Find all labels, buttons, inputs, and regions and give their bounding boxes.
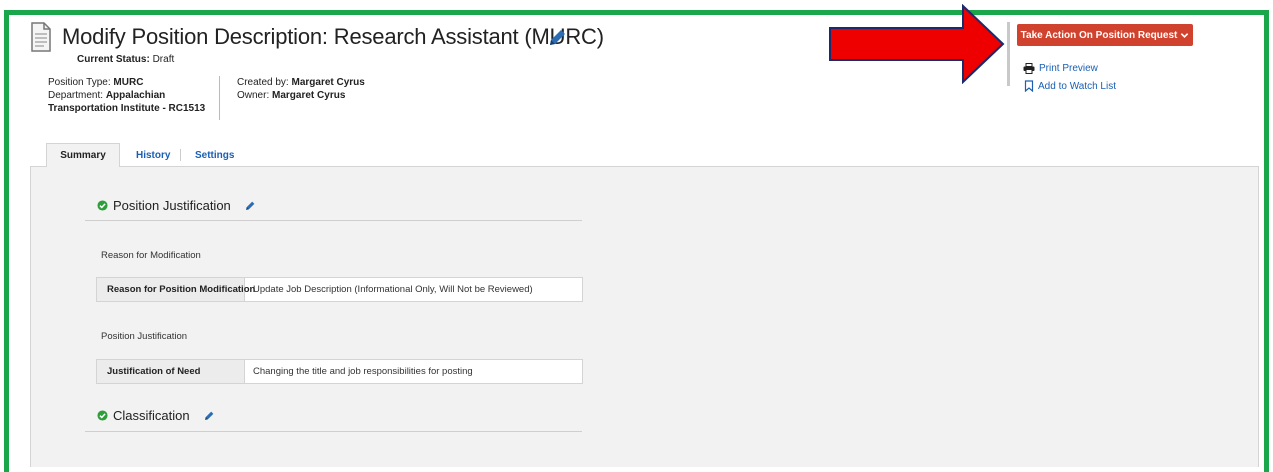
department-value-line1: Appalachian [105,90,166,101]
owner-value: Margaret Cyrus [272,90,346,101]
pencil-icon[interactable] [244,200,256,212]
tab-separator [180,149,181,161]
check-circle-icon [97,200,108,211]
tab-settings[interactable]: Settings [195,143,234,167]
section-title: Classification [113,408,190,423]
classification-header: Classification [97,408,215,423]
bookmark-icon [1024,80,1034,92]
page-title: Modify Position Description: Research As… [62,24,604,49]
status-label: Current Status: [77,54,150,65]
meta-column-left: Position Type: MURC Department: Appalach… [48,76,220,120]
section-divider [85,220,582,221]
tab-summary[interactable]: Summary [46,143,120,168]
position-justification-header: Position Justification [97,198,256,213]
watch-list-label: Add to Watch List [1038,80,1116,92]
created-by-value: Margaret Cyrus [291,77,365,88]
chevron-down-icon [1181,32,1189,38]
red-arrow [829,4,1005,84]
take-action-label: Take Action On Position Request [1020,29,1178,41]
justification-row-label: Justification of Need [97,360,245,383]
reason-row-value: Update Job Description (Informational On… [253,284,533,295]
position-type-value: MURC [113,77,144,88]
reason-row-label: Reason for Position Modification [97,278,255,301]
printer-icon [1023,63,1035,74]
created-by-label: Created by: [237,77,289,88]
department-label: Department: [48,90,104,101]
department-value-line2: Transportation Institute - RC1513 [48,103,206,114]
reason-row: Reason for Position Modification Update … [96,277,583,302]
print-preview-link[interactable]: Print Preview [1023,63,1098,74]
section-title: Position Justification [113,198,231,213]
summary-panel: Position Justification Reason for Modifi… [30,167,1259,467]
tab-history[interactable]: History [136,143,170,167]
justification-row: Justification of Need Changing the title… [96,359,583,384]
section-divider [85,431,582,432]
check-circle-icon [97,410,108,421]
pencil-icon[interactable] [203,410,215,422]
reason-subheading: Reason for Modification [101,250,201,261]
actions-divider [1007,22,1010,86]
document-icon [31,22,51,52]
tab-bar: Summary History Settings [30,143,1259,168]
owner-label: Owner: [237,90,270,101]
meta-column-right: Created by: Margaret Cyrus Owner: Margar… [237,76,365,102]
take-action-button[interactable]: Take Action On Position Request [1017,24,1193,46]
justification-subheading: Position Justification [101,331,188,342]
pencil-icon[interactable] [546,27,568,49]
justification-row-value: Changing the title and job responsibilit… [253,366,473,377]
status-value: Draft [152,54,175,65]
add-to-watch-list-link[interactable]: Add to Watch List [1024,80,1116,92]
print-preview-label: Print Preview [1039,63,1098,74]
position-type-label: Position Type: [48,77,111,88]
current-status: Current Status: Draft [77,54,174,65]
